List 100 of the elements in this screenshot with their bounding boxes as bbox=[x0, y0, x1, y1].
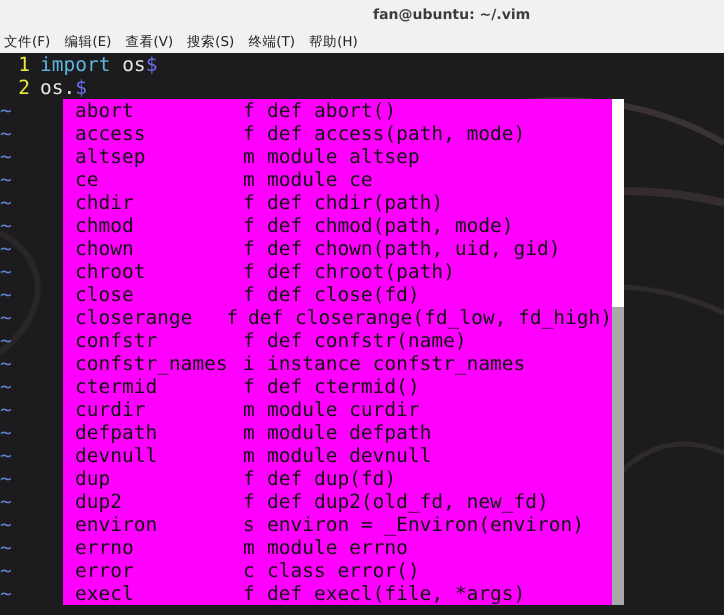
completion-info: def closerange(fd_low, fd_high) bbox=[248, 306, 612, 329]
completion-item[interactable]: execl f def execl(file, *args) bbox=[75, 582, 612, 605]
completion-kind: m bbox=[243, 145, 256, 168]
empty-line-marker: ~ bbox=[0, 421, 12, 444]
completion-item[interactable]: chdir f def chdir(path) bbox=[75, 191, 612, 214]
completion-info: module devnull bbox=[267, 444, 432, 467]
empty-line-marker: ~ bbox=[0, 352, 12, 375]
completion-item[interactable]: confstr_names i instance confstr_names bbox=[75, 352, 612, 375]
menu-item[interactable]: 文件(F) bbox=[4, 32, 50, 50]
completion-info: module curdir bbox=[267, 398, 420, 421]
completion-item[interactable]: error c class error() bbox=[75, 559, 612, 582]
completion-item[interactable]: dup f def dup(fd) bbox=[75, 467, 612, 490]
completion-info: instance confstr_names bbox=[267, 352, 526, 375]
completion-item[interactable]: errno m module errno bbox=[75, 536, 612, 559]
scrollbar[interactable] bbox=[612, 99, 624, 605]
completion-kind: f bbox=[243, 283, 256, 306]
completion-item[interactable]: chown f def chown(path, uid, gid) bbox=[75, 237, 612, 260]
completion-kind: m bbox=[243, 168, 256, 191]
line-number: 2 bbox=[17, 76, 30, 99]
completion-item[interactable]: confstr f def confstr(name) bbox=[75, 329, 612, 352]
completion-info: class error() bbox=[267, 559, 420, 582]
empty-line-marker: ~ bbox=[0, 122, 12, 145]
empty-line-marker: ~ bbox=[0, 191, 12, 214]
empty-line-marker: ~ bbox=[0, 375, 12, 398]
completion-kind: s bbox=[243, 513, 256, 536]
completion-word: chown bbox=[75, 237, 135, 260]
completion-word: defpath bbox=[75, 421, 158, 444]
completion-kind: f bbox=[243, 214, 256, 237]
completion-item[interactable]: curdir m module curdir bbox=[75, 398, 612, 421]
completion-kind: f bbox=[243, 490, 256, 513]
empty-line-marker: ~ bbox=[0, 214, 12, 237]
menu-item[interactable]: 终端(T) bbox=[248, 32, 296, 50]
completion-info: def access(path, mode) bbox=[267, 122, 526, 145]
completion-kind: f bbox=[243, 122, 256, 145]
completion-kind: m bbox=[243, 421, 256, 444]
completion-word: chmod bbox=[75, 214, 135, 237]
completion-kind: f bbox=[226, 306, 240, 329]
empty-line-marker: ~ bbox=[0, 329, 12, 352]
menu-item[interactable]: 查看(V) bbox=[125, 32, 174, 50]
completion-word: errno bbox=[75, 536, 135, 559]
completion-item[interactable]: chmod f def chmod(path, mode) bbox=[75, 214, 612, 237]
completion-item[interactable]: environ s environ = _Environ(environ) bbox=[75, 513, 612, 536]
completion-info: def chmod(path, mode) bbox=[267, 214, 514, 237]
code-line: import os$ bbox=[40, 53, 158, 76]
completion-info: environ = _Environ(environ) bbox=[267, 513, 584, 536]
completion-item[interactable]: close f def close(fd) bbox=[75, 283, 612, 306]
completion-word: abort bbox=[75, 99, 135, 122]
completion-item[interactable]: chroot f def chroot(path) bbox=[75, 260, 612, 283]
completion-kind: f bbox=[243, 260, 256, 283]
completion-item[interactable]: abort f def abort() bbox=[75, 99, 612, 122]
completion-info: def chown(path, uid, gid) bbox=[267, 237, 560, 260]
code-line: os.$ bbox=[40, 76, 87, 99]
empty-line-marker: ~ bbox=[0, 168, 12, 191]
completion-kind: m bbox=[243, 444, 256, 467]
completion-kind: f bbox=[243, 329, 256, 352]
completion-word: access bbox=[75, 122, 146, 145]
completion-item[interactable]: defpath m module defpath bbox=[75, 421, 612, 444]
completion-word: closerange bbox=[75, 306, 194, 329]
completion-item[interactable]: access f def access(path, mode) bbox=[75, 122, 612, 145]
completion-word: altsep bbox=[75, 145, 146, 168]
completion-item[interactable]: dup2 f def dup2(old_fd, new_fd) bbox=[75, 490, 612, 513]
completion-kind: c bbox=[243, 559, 256, 582]
completion-info: module defpath bbox=[267, 421, 432, 444]
completion-word: chroot bbox=[75, 260, 146, 283]
completion-word: confstr bbox=[75, 329, 158, 352]
completion-info: module altsep bbox=[267, 145, 420, 168]
completion-info: def confstr(name) bbox=[267, 329, 467, 352]
completion-word: chdir bbox=[75, 191, 135, 214]
empty-line-marker: ~ bbox=[0, 237, 12, 260]
completion-info: module ce bbox=[267, 168, 373, 191]
completion-kind: f bbox=[243, 582, 256, 605]
empty-line-marker: ~ bbox=[0, 467, 12, 490]
completion-item[interactable]: devnull m module devnull bbox=[75, 444, 612, 467]
window-title: fan@ubuntu: ~/.vim bbox=[373, 7, 530, 23]
completion-word: close bbox=[75, 283, 135, 306]
completion-word: confstr_names bbox=[75, 352, 229, 375]
empty-line-marker: ~ bbox=[0, 260, 12, 283]
menu-item[interactable]: 搜索(S) bbox=[187, 32, 234, 50]
empty-line-marker: ~ bbox=[0, 536, 12, 559]
completion-word: ce bbox=[75, 168, 100, 191]
completion-item[interactable]: closerange f def closerange(fd_low, fd_high) bbox=[75, 306, 612, 329]
completion-kind: f bbox=[243, 99, 256, 122]
completion-word: devnull bbox=[75, 444, 158, 467]
completion-kind: f bbox=[243, 467, 256, 490]
empty-line-marker: ~ bbox=[0, 283, 12, 306]
scrollbar-thumb[interactable] bbox=[612, 307, 624, 605]
completion-item[interactable]: ctermid f def ctermid() bbox=[75, 375, 612, 398]
completion-info: def dup(fd) bbox=[267, 467, 396, 490]
completion-kind: i bbox=[243, 352, 256, 375]
completion-word: dup2 bbox=[75, 490, 123, 513]
completion-item[interactable]: altsep m module altsep bbox=[75, 145, 612, 168]
completion-item[interactable]: ce m module ce bbox=[75, 168, 612, 191]
empty-line-marker: ~ bbox=[0, 145, 12, 168]
completion-kind: f bbox=[243, 237, 256, 260]
menu-item[interactable]: 编辑(E) bbox=[64, 32, 112, 50]
completion-word: error bbox=[75, 559, 135, 582]
completion-word: ctermid bbox=[75, 375, 158, 398]
menu-item[interactable]: 帮助(H) bbox=[309, 32, 358, 50]
empty-line-marker: ~ bbox=[0, 559, 12, 582]
line-number: 1 bbox=[17, 53, 30, 76]
